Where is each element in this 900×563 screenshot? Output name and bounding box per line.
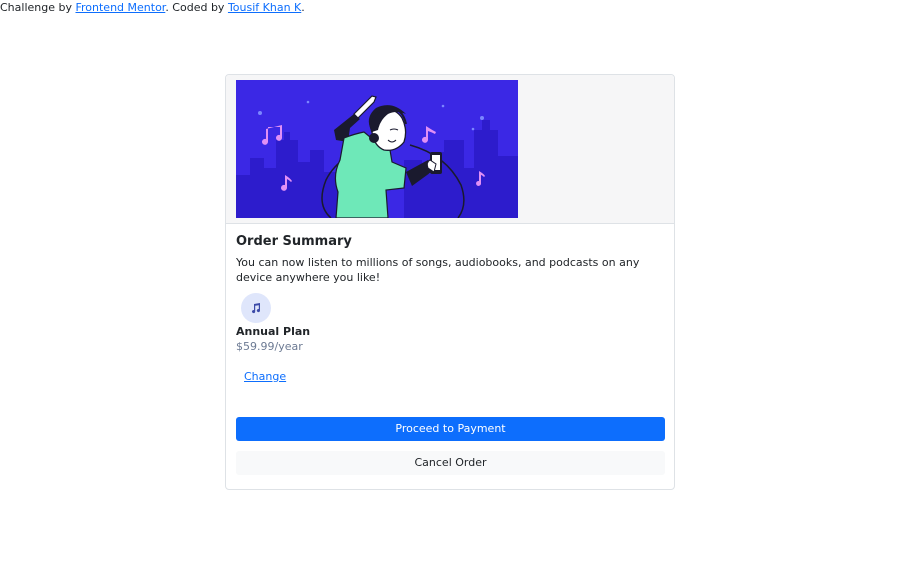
proceed-to-payment-button[interactable]: Proceed to Payment <box>236 417 665 441</box>
card-body: Order Summary You can now listen to mill… <box>236 234 666 384</box>
order-summary-title: Order Summary <box>236 234 352 249</box>
order-summary-card: Order Summary You can now listen to mill… <box>225 74 675 490</box>
attribution-prefix: Challenge by <box>0 1 76 14</box>
frontend-mentor-link[interactable]: Frontend Mentor <box>75 1 165 14</box>
order-summary-description: You can now listen to millions of songs,… <box>236 256 640 284</box>
change-plan-link[interactable]: Change <box>244 370 286 383</box>
music-note-icon <box>252 303 261 314</box>
card-hero <box>226 75 674 224</box>
cancel-order-button[interactable]: Cancel Order <box>236 451 665 475</box>
attribution-suffix: . <box>301 1 305 14</box>
plan-name: Annual Plan <box>236 325 311 338</box>
hero-illustration <box>236 80 518 218</box>
plan-icon-circle <box>241 293 271 323</box>
attribution-middle: . Coded by <box>165 1 228 14</box>
author-link[interactable]: Tousif Khan K <box>228 1 301 14</box>
attribution: Challenge by Frontend Mentor. Coded by T… <box>0 1 305 15</box>
plan-price: $59.99/year <box>236 340 303 353</box>
